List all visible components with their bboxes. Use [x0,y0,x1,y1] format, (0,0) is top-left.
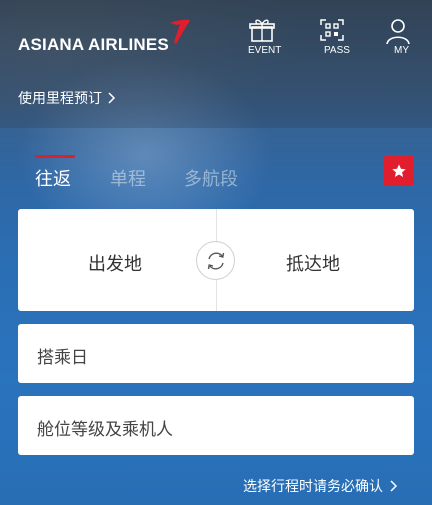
pass-button[interactable]: PASS [310,18,354,56]
mileage-booking-link[interactable]: 使用里程预订 [18,88,116,108]
cabin-passenger-field[interactable]: 舱位等级及乘机人 [18,396,414,455]
itinerary-notice-label: 选择行程时请务必确认 [243,479,383,495]
pass-label: PASS [324,45,350,56]
header-band [0,0,432,128]
route-card: 出发地 抵达地 [18,209,414,311]
my-button[interactable]: MY [376,18,420,56]
tab-label: 单程 [110,169,146,190]
active-tab-indicator [35,155,75,158]
tab-multi-city[interactable]: 多航段 [184,165,238,191]
tab-label: 往返 [35,169,71,190]
destination-selector[interactable]: 抵达地 [286,250,340,276]
cabin-passenger-placeholder: 舱位等级及乘机人 [37,420,173,440]
swap-refresh-icon [207,252,224,269]
gift-icon [249,19,275,42]
my-label: MY [394,45,409,56]
origin-label: 出发地 [88,254,142,275]
mileage-booking-label: 使用里程预订 [18,91,102,107]
swap-route-button[interactable] [196,241,235,280]
chevron-right-icon [390,480,398,492]
destination-label: 抵达地 [286,254,340,275]
origin-selector[interactable]: 出发地 [88,250,142,276]
qr-code-icon [320,19,344,41]
star-icon [392,164,406,177]
event-button[interactable]: EVENT [240,18,284,56]
user-icon [386,19,410,44]
departure-date-field[interactable]: 搭乘日 [18,324,414,383]
event-label: EVENT [248,45,282,56]
logo-wing-icon [170,19,190,44]
tab-one-way[interactable]: 单程 [110,165,146,191]
asiana-logo: ASIANA AIRLINES [18,35,169,55]
departure-date-placeholder: 搭乘日 [37,348,88,368]
favorite-button[interactable] [384,156,414,186]
itinerary-notice-link[interactable]: 选择行程时请务必确认 [243,476,398,496]
tab-label: 多航段 [184,169,238,190]
chevron-right-icon [108,92,116,104]
tab-round-trip[interactable]: 往返 [35,165,71,191]
logo-text: ASIANA AIRLINES [18,35,169,54]
